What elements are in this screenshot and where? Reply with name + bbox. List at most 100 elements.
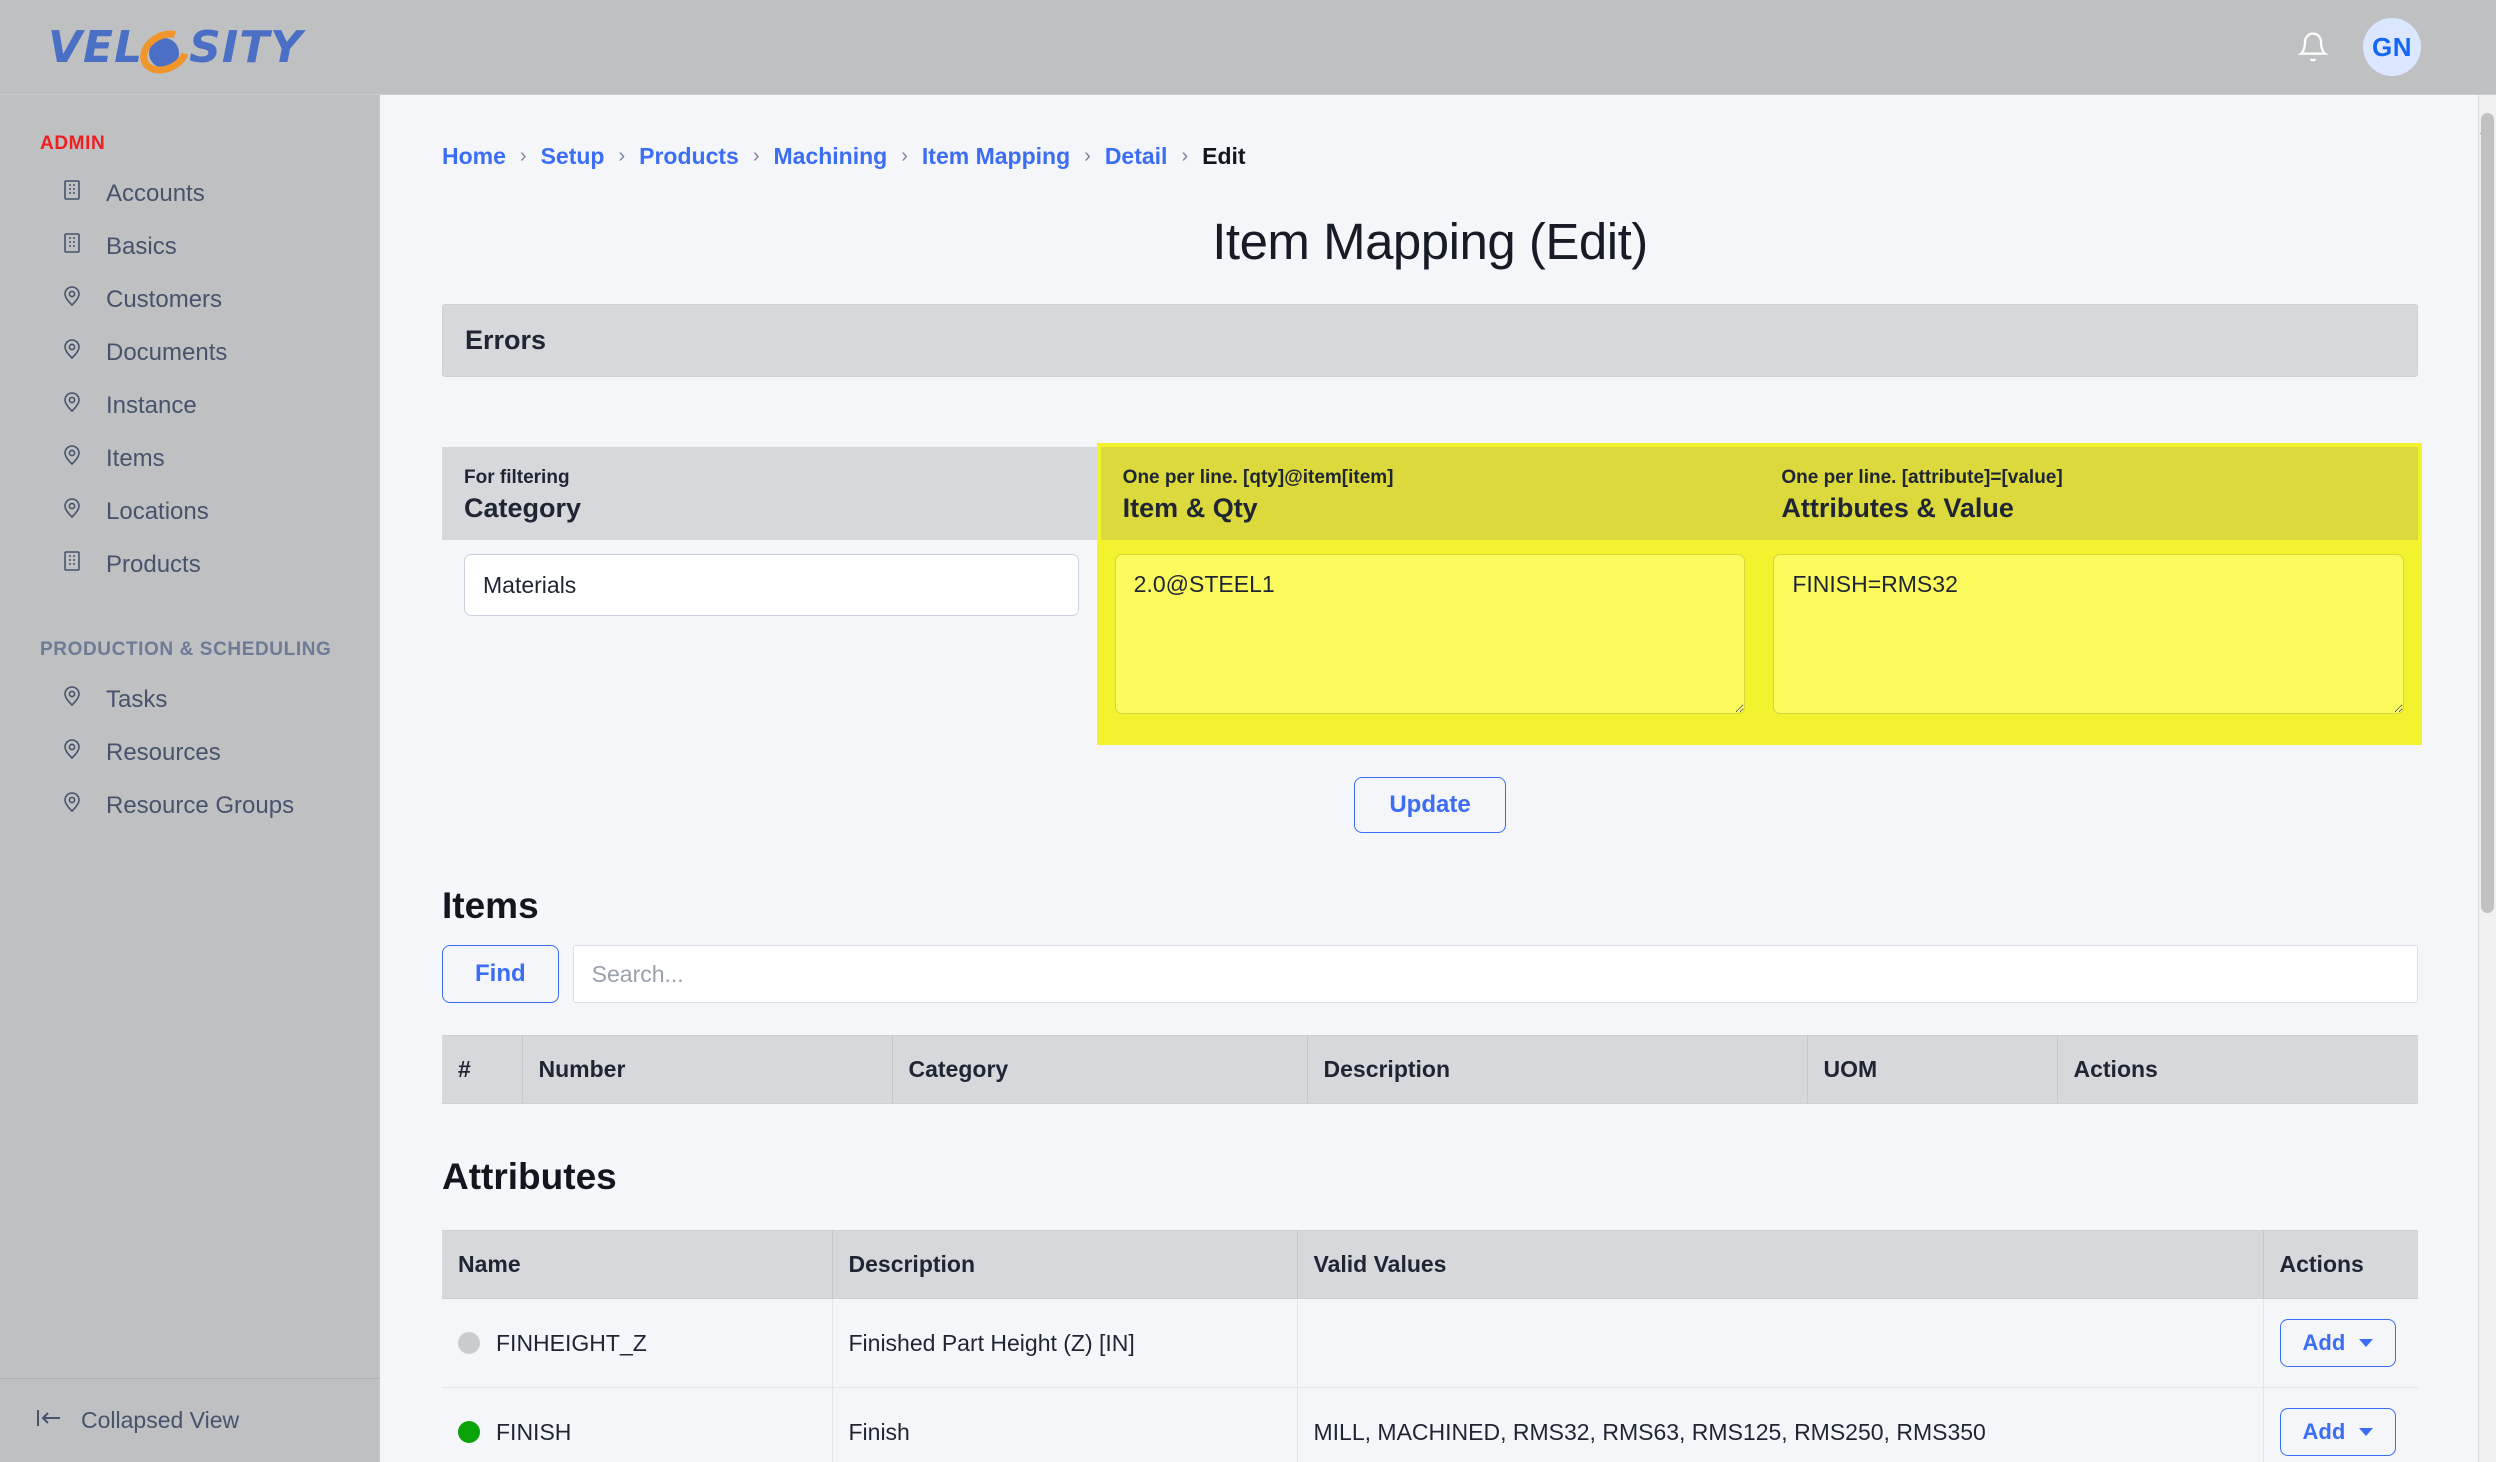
map-pin-icon [60,790,84,821]
sidebar-item-documents[interactable]: Documents [0,326,379,379]
breadcrumb: Home › Setup › Products › Machining › It… [380,95,2480,170]
breadcrumb-link-home[interactable]: Home [442,143,506,170]
brand-logo-text-left: VEL [48,21,144,73]
attribute-name-cell: FINHEIGHT_Z [442,1298,833,1388]
items-col-number: Number [522,1035,893,1104]
attributes-table-body: FINHEIGHT_Z Finished Part Height (Z) [IN]… [442,1298,2418,1462]
table-row: FINISH Finish MILL, MACHINED, RMS32, RMS63… [442,1387,2418,1462]
status-dot-icon[interactable] [458,1420,480,1443]
map-pin-icon [60,390,84,421]
attribute-description: Finished Part Height (Z) [IN] [832,1298,1298,1388]
map-pin-icon [60,443,84,474]
add-button[interactable]: Add [2279,1408,2397,1456]
errors-panel: Errors [442,304,2418,377]
sidebar-item-accounts[interactable]: Accounts [0,167,379,220]
breadcrumb-separator-icon: › [519,145,527,167]
sidebar-item-resources[interactable]: Resources [0,726,379,779]
attribute-valid-values: MILL, MACHINED, RMS32, RMS63, RMS125, RM… [1297,1387,2264,1462]
attributes-col-name: Name [442,1230,833,1299]
attribute-name: FINISH [496,1418,572,1445]
sidebar-item-label: Items [106,444,165,472]
sidebar-item-customers[interactable]: Customers [0,273,379,326]
sidebar-item-label: Instance [106,391,197,419]
items-col-index: # [442,1035,523,1104]
chevron-down-icon[interactable] [2359,1339,2374,1347]
update-button-row: Update [380,777,2480,833]
items-col-description: Description [1307,1035,1808,1104]
items-table-header-row: # Number Category Description UOM Action… [442,1035,2418,1104]
attributes-value-textarea[interactable] [1773,554,2405,714]
breadcrumb-separator-icon: › [901,145,908,167]
attribute-description: Finish [832,1387,1298,1462]
errors-panel-body [380,377,2480,399]
category-column: For filtering Category [442,447,1101,741]
sidebar-item-locations[interactable]: Locations [0,485,379,538]
sidebar-item-label: Tasks [106,685,168,713]
breadcrumb-link-setup[interactable]: Setup [541,143,605,170]
sidebar-item-items[interactable]: Items [0,432,379,485]
item-qty-textarea[interactable] [1114,554,1746,714]
brand-logo[interactable]: VEL SITY [48,21,304,82]
attributes-col-actions: Actions [2263,1230,2418,1299]
sidebar-item-tasks[interactable]: Tasks [0,673,379,726]
attributes-value-column: One per line. [attribute]=[value] Attrib… [1759,447,2419,741]
breadcrumb-separator-icon: › [752,145,760,167]
table-row: FINHEIGHT_Z Finished Part Height (Z) [IN]… [442,1298,2418,1388]
breadcrumb-link-item-mapping[interactable]: Item Mapping [922,143,1070,170]
attributes-value-header: One per line. [attribute]=[value] Attrib… [1759,447,2419,540]
item-qty-label: Item & Qty [1122,493,1258,523]
collapse-sidebar-button[interactable]: Collapsed View [0,1378,380,1462]
breadcrumb-separator-icon: › [1181,145,1189,167]
sidebar-item-instance[interactable]: Instance [0,379,379,432]
attribute-actions-cell: Add [2263,1387,2418,1462]
map-pin-icon [60,737,84,768]
status-dot-icon[interactable] [458,1331,480,1354]
scrollbar-thumb[interactable] [2481,113,2494,913]
item-qty-column: One per line. [qty]@item[item] Item & Qt… [1100,447,1760,741]
item-qty-hint: One per line. [qty]@item[item] [1122,467,1394,488]
sidebar-item-resource-groups[interactable]: Resource Groups [0,779,379,832]
sidebar-item-label: Documents [106,338,228,366]
breadcrumb-link-products[interactable]: Products [639,143,739,170]
sidebar-item-label: Resources [106,738,221,766]
find-button[interactable]: Find [442,945,559,1003]
sidebar-item-label: Locations [106,497,209,525]
avatar[interactable]: GN [2363,18,2421,76]
breadcrumb-link-detail[interactable]: Detail [1105,143,1168,170]
sidebar-item-basics[interactable]: Basics [0,220,379,273]
attributes-col-valid-values: Valid Values [1297,1230,2264,1299]
add-button[interactable]: Add [2279,1319,2397,1367]
sidebar-item-products[interactable]: Products [0,538,379,591]
items-search-row: Find [442,945,2418,1003]
attributes-section-title: Attributes [442,1156,617,1197]
top-bar: VEL SITY GN [0,0,2496,95]
vertical-scrollbar[interactable] [2478,95,2496,1462]
brand-logo-text-right: SITY [189,21,304,73]
attributes-table-header-row: Name Description Valid Values Actions [442,1230,2418,1299]
add-button-label: Add [2302,1419,2346,1444]
items-col-uom: UOM [1807,1035,2058,1104]
errors-panel-title: Errors [465,325,547,355]
attributes-value-label: Attributes & Value [1781,493,2014,523]
collapse-arrow-icon [35,1407,63,1435]
category-input[interactable] [464,554,1079,616]
search-input[interactable] [572,945,2418,1003]
notification-bell-icon[interactable] [2297,30,2329,64]
building-icon [60,178,84,209]
building-icon [60,231,84,262]
page-title: Item Mapping (Edit) [1212,213,1648,270]
items-col-actions: Actions [2057,1035,2418,1104]
breadcrumb-link-machining[interactable]: Machining [774,143,888,170]
breadcrumb-separator-icon: › [1084,145,1091,167]
items-col-category: Category [892,1035,1308,1104]
category-body [442,540,1101,656]
breadcrumb-current: Edit [1202,143,1246,169]
map-pin-icon [60,284,84,315]
update-button[interactable]: Update [1354,777,1506,833]
collapse-sidebar-label: Collapsed View [81,1407,240,1433]
add-button-label: Add [2302,1330,2346,1355]
sidebar-group-admin: ADMIN [40,133,106,154]
chevron-down-icon[interactable] [2359,1428,2374,1436]
item-qty-body [1101,540,1760,741]
items-section-title: Items [442,885,539,926]
